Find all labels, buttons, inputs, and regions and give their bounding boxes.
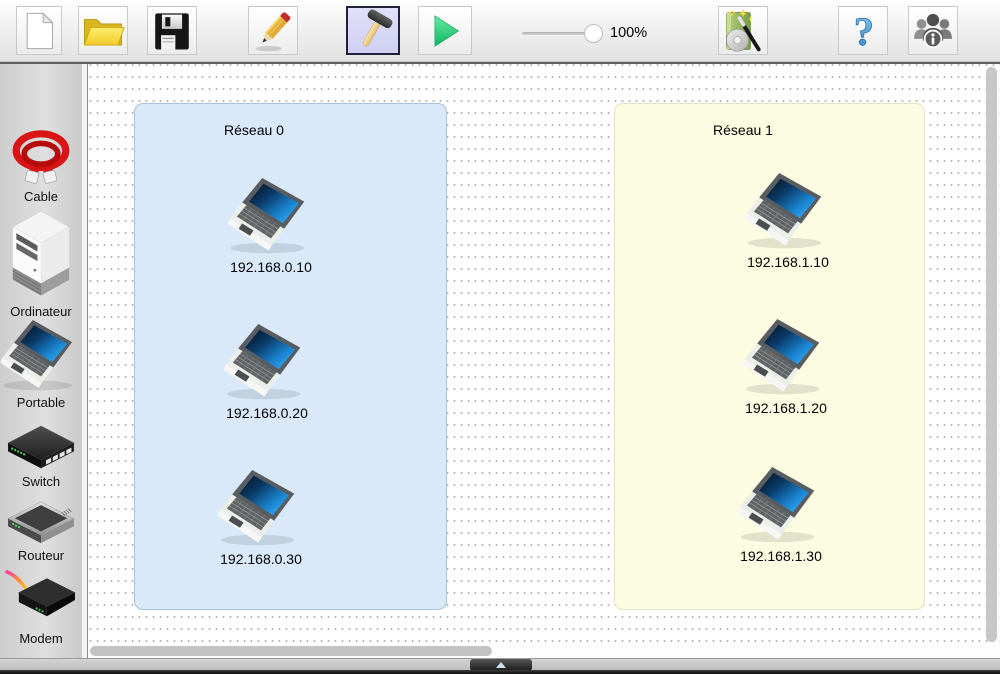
- palette-label: Ordinateur: [10, 304, 71, 319]
- run-simulation-button[interactable]: [418, 6, 472, 55]
- modem-icon: [1, 566, 81, 628]
- palette-item-ordinateur[interactable]: Ordinateur: [0, 204, 82, 319]
- desktop-tower-icon: [4, 204, 78, 301]
- palette-label: Switch: [22, 474, 60, 489]
- hammer-icon: [351, 9, 395, 53]
- laptop-node[interactable]: 192.168.1.10: [728, 173, 848, 270]
- switch-icon: [3, 420, 79, 471]
- laptop-icon: [0, 320, 82, 392]
- zoom-value-label: 100%: [610, 25, 647, 41]
- wizard-button[interactable]: [718, 6, 768, 55]
- app-window: 100% Cable Ordinateur Portable: [0, 0, 1000, 674]
- magic-wand-box-icon: [720, 8, 766, 54]
- laptop-icon: [217, 470, 305, 547]
- zoom-slider-knob[interactable]: [584, 24, 603, 43]
- palette-item-switch[interactable]: Switch: [0, 420, 82, 489]
- laptop-node[interactable]: 192.168.1.20: [726, 319, 846, 416]
- palette-item-portable[interactable]: Portable: [0, 320, 82, 410]
- router-icon: [3, 494, 79, 545]
- folder-icon: [81, 9, 125, 53]
- network-title: Réseau 0: [194, 122, 314, 138]
- laptop-node[interactable]: 192.168.0.20: [207, 324, 327, 421]
- save-file-button[interactable]: [147, 6, 197, 55]
- up-arrow-icon: [496, 662, 506, 668]
- question-mark-icon: [841, 9, 885, 53]
- people-info-icon: [911, 9, 955, 53]
- node-ip-label: 192.168.0.20: [226, 405, 308, 421]
- play-icon: [424, 10, 466, 52]
- network-title: Réseau 1: [683, 122, 803, 138]
- laptop-icon: [742, 319, 830, 396]
- pencil-icon: [251, 9, 295, 53]
- bottom-panel-bar: [0, 658, 1000, 670]
- node-ip-label: 192.168.0.10: [230, 259, 312, 275]
- help-button[interactable]: [838, 6, 888, 55]
- edit-mode-button[interactable]: [248, 6, 298, 55]
- main-area: Cable Ordinateur Portable Switch Routeur…: [0, 62, 1000, 658]
- floppy-disk-icon: [151, 10, 193, 52]
- red-cable-icon: [5, 128, 77, 186]
- blank-page-icon: [18, 10, 60, 52]
- design-canvas[interactable]: Réseau 0 Réseau 1 192.168.0.10 192.168.0…: [88, 64, 1000, 645]
- node-ip-label: 192.168.1.10: [747, 254, 829, 270]
- palette-label: Portable: [17, 395, 65, 410]
- laptop-node[interactable]: 192.168.0.30: [201, 470, 321, 567]
- palette-label: Cable: [24, 189, 58, 204]
- palette-item-modem[interactable]: Modem: [0, 566, 82, 646]
- toolbar: 100%: [0, 0, 1000, 62]
- about-button[interactable]: [908, 6, 958, 55]
- build-mode-button[interactable]: [346, 6, 400, 55]
- node-ip-label: 192.168.1.30: [740, 548, 822, 564]
- laptop-icon: [737, 467, 825, 544]
- palette-label: Routeur: [18, 548, 64, 563]
- laptop-icon: [744, 173, 832, 250]
- new-document-button[interactable]: [16, 6, 62, 55]
- laptop-node[interactable]: 192.168.0.10: [211, 178, 331, 275]
- node-ip-label: 192.168.1.20: [745, 400, 827, 416]
- component-palette: Cable Ordinateur Portable Switch Routeur…: [0, 64, 82, 658]
- palette-item-cable[interactable]: Cable: [0, 128, 82, 204]
- horizontal-scrollbar-thumb[interactable]: [90, 646, 492, 656]
- node-ip-label: 192.168.0.30: [220, 551, 302, 567]
- open-file-button[interactable]: [78, 6, 128, 55]
- palette-label: Modem: [19, 631, 62, 646]
- laptop-node[interactable]: 192.168.1.30: [721, 467, 841, 564]
- bottom-strip: [0, 670, 1000, 674]
- laptop-icon: [227, 178, 315, 255]
- palette-item-routeur[interactable]: Routeur: [0, 494, 82, 563]
- laptop-icon: [223, 324, 311, 401]
- horizontal-scrollbar-track[interactable]: [88, 645, 1000, 658]
- vertical-scrollbar-thumb[interactable]: [986, 67, 997, 642]
